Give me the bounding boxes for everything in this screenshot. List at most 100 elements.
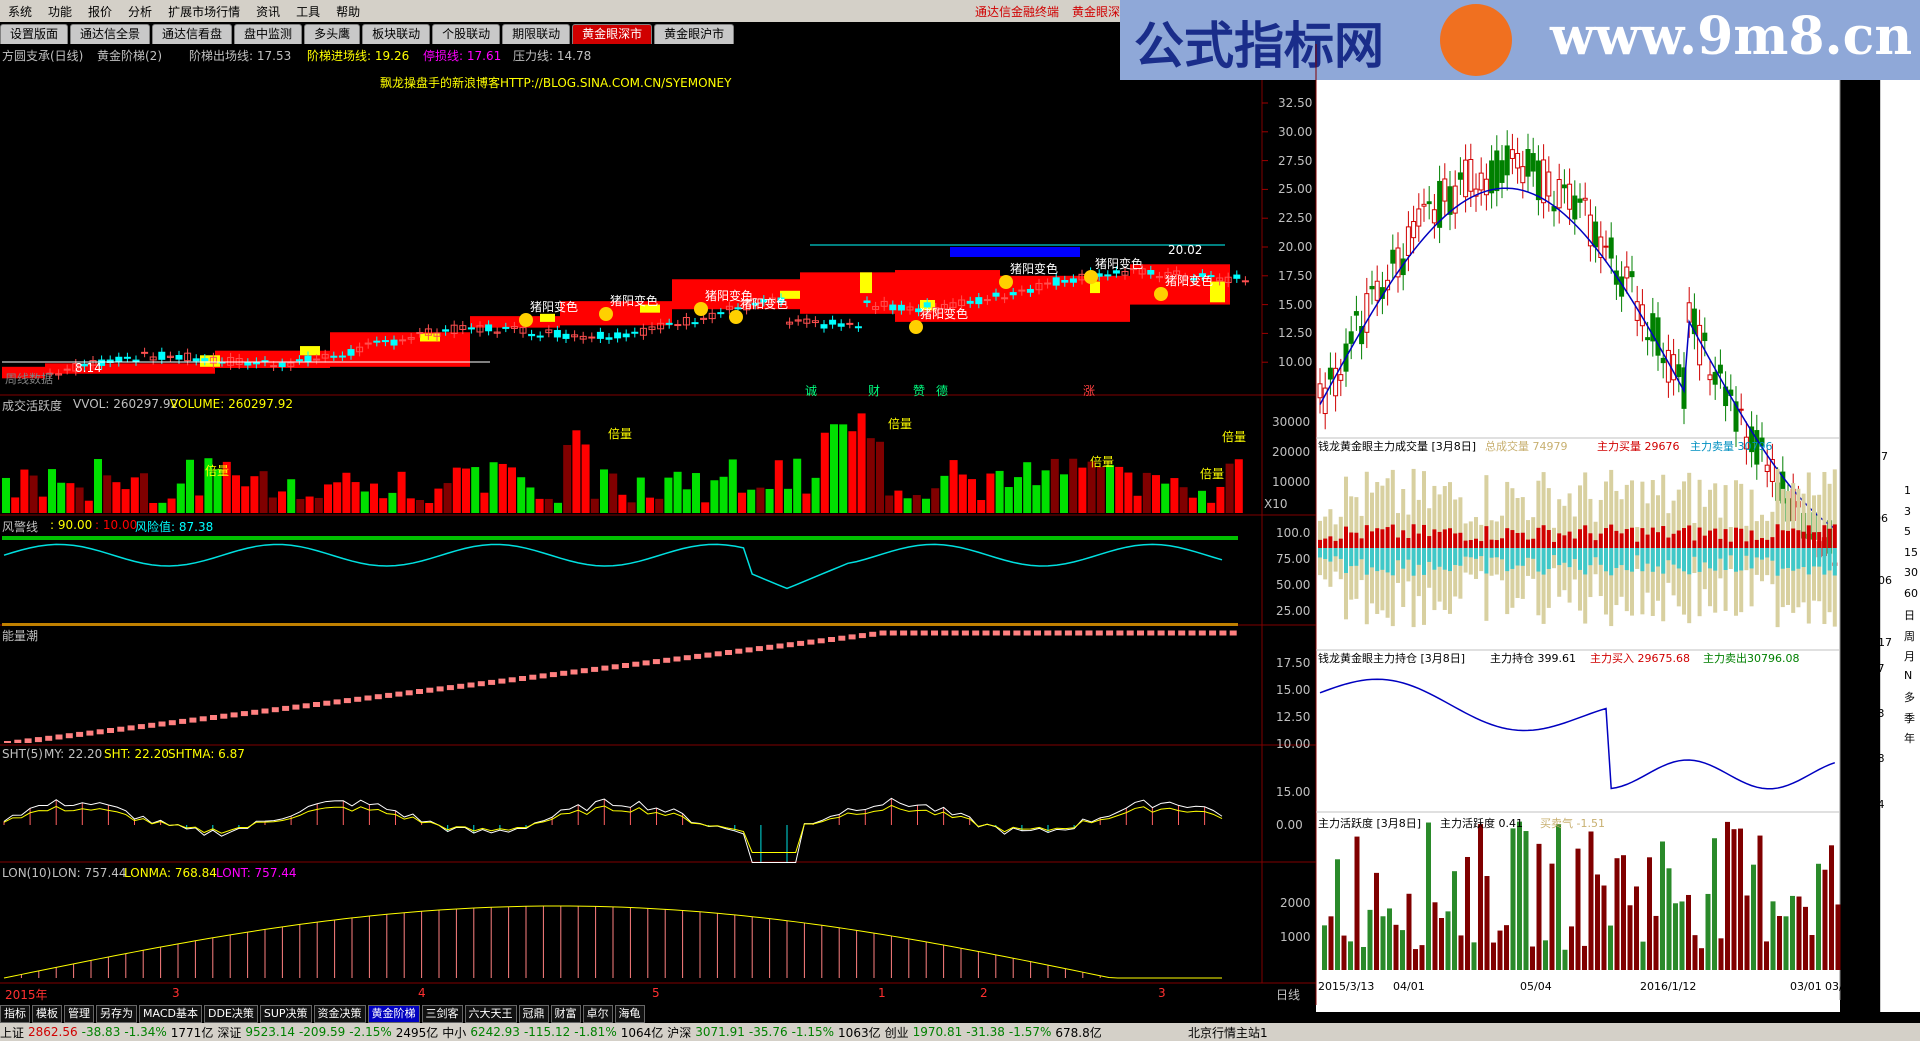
price-axis-label: 15.00 (1278, 297, 1313, 312)
r-hold-buy: 主力买入 29675.68 (1590, 652, 1690, 665)
indicator-tab[interactable]: 黄金阶梯 (367, 1005, 420, 1023)
r-candle-body (1676, 364, 1682, 378)
r-vol-sell-bar (1526, 548, 1530, 558)
volume-bar (1115, 466, 1124, 513)
candle-body (313, 358, 321, 361)
r-vol-sell-bar (1692, 548, 1697, 557)
r-vol-buy-bar (1385, 527, 1390, 548)
volume-bar (958, 474, 967, 513)
r-candle-body (1608, 237, 1614, 259)
r-act-bar (1692, 935, 1698, 970)
r-act-bar (1757, 835, 1763, 970)
energy-bar (858, 633, 866, 639)
r-vol-sell-bar (1619, 548, 1624, 566)
r-vol-buy-bar (1515, 533, 1520, 548)
r-vol-buy-bar (1812, 532, 1816, 548)
r-vol-buy-bar (1593, 540, 1598, 548)
indicator-tab[interactable]: 资金决策 (313, 1005, 366, 1023)
r-vol-buy-bar (1650, 527, 1655, 548)
r-vol-sell-bar (1697, 548, 1702, 572)
r-vol-buy-bar (1708, 530, 1712, 548)
energy-bar (364, 695, 372, 701)
candle-body (1147, 270, 1155, 275)
r-act-bar (1361, 946, 1366, 970)
r-candle-body (1405, 226, 1411, 256)
indicator-tab[interactable]: 财富 (550, 1005, 581, 1023)
energy-bar (86, 730, 94, 736)
indicator-tab[interactable]: 另存为 (96, 1005, 137, 1023)
volume-bar (1106, 464, 1114, 513)
r-vol-buy-bar (1338, 538, 1343, 548)
candle-body (829, 319, 837, 325)
indicator-tab[interactable]: 模板 (32, 1005, 62, 1023)
r-hold-axis: 391.64 (1846, 798, 1885, 811)
vol-mark: 倍量 (888, 417, 913, 431)
r-vol-buy-bar (1531, 538, 1536, 548)
main-header-item: 方圆支承(日线) (2, 49, 84, 63)
indicator-tab[interactable]: 指标 (0, 1005, 30, 1023)
r-vol-sell-bar (1817, 548, 1822, 567)
r-hold-axis: 400.48 (1846, 752, 1885, 765)
volume-bar (452, 467, 461, 513)
volume-bar (1004, 487, 1013, 513)
candle-body (717, 312, 725, 315)
r-candle-body (1530, 153, 1536, 172)
r-act-bar (1374, 872, 1379, 970)
volume-bar (406, 498, 415, 513)
vol-mark: 倍量 (1090, 455, 1115, 469)
indicator-tab[interactable]: 卓尔 (582, 1005, 613, 1023)
r-act-bar (1777, 915, 1782, 970)
indicator-tab[interactable]: 海龟 (614, 1005, 645, 1023)
volume-bar (158, 502, 167, 513)
indicator-tab[interactable]: MACD基本 (139, 1005, 202, 1023)
indicator-tab[interactable]: SUP决策 (259, 1005, 312, 1023)
volume-bar (968, 479, 976, 513)
energy-bar (755, 646, 763, 652)
r-vol-buy-bar (1510, 530, 1515, 548)
volume-bar (912, 495, 921, 513)
energy-bar (1095, 630, 1103, 636)
r-vol-buy-bar (1656, 532, 1660, 548)
r-vol-sell-bar (1401, 548, 1406, 569)
r-act-bar (1614, 858, 1620, 970)
candle-body (1026, 288, 1034, 293)
r-vol-sell-bar (1427, 548, 1432, 562)
r-vol-sell-bar (1536, 548, 1541, 572)
energy-bar (1178, 630, 1186, 636)
r-act-bar (1595, 874, 1600, 970)
r-act-bar (1510, 828, 1516, 970)
indicator-tab[interactable]: DDE决策 (203, 1005, 258, 1023)
r-hold-title: 钱龙黄金眼主力持仓 [3月8日] (1318, 652, 1466, 665)
vol-mark: 倍量 (608, 427, 633, 441)
indicator-tab[interactable]: 冠鼎 (518, 1005, 549, 1023)
r-vol-sell-bar (1635, 548, 1640, 556)
volume-bar (140, 473, 148, 513)
indicator-tab[interactable]: 三剑客 (421, 1005, 463, 1023)
candle-body (278, 362, 286, 368)
indicator-tab[interactable]: 管理 (64, 1005, 94, 1023)
r-vol-buy-bar (1775, 524, 1780, 548)
risk-v2: : 10.00 (95, 518, 138, 532)
volume-bar (1023, 462, 1032, 513)
r-vol-buy-bar (1526, 539, 1530, 548)
r-candle-body (1338, 374, 1344, 381)
r-vol-sell-bar (1567, 548, 1572, 568)
r-vol-buy-bar (1791, 528, 1796, 548)
indicator-tab[interactable]: 六大天王 (464, 1005, 517, 1023)
volume-bar (1152, 475, 1160, 513)
r-candle-body (1738, 408, 1744, 411)
volume-bar (66, 483, 75, 513)
energy-bar (539, 673, 547, 679)
r-vol-buy-bar (1619, 533, 1624, 548)
r-vol-buy-bar (1500, 538, 1504, 548)
energy-bar (127, 725, 135, 731)
energy-bar (797, 640, 805, 646)
energy-bar (199, 716, 207, 722)
r-candle-body (1577, 198, 1583, 203)
r-act-bar (1432, 902, 1438, 970)
candle-body (691, 322, 699, 325)
volume-bar (416, 499, 424, 513)
r-vol-buy-bar (1827, 528, 1832, 548)
weekly-label: 周线数据 (5, 372, 54, 386)
r-vol-buy-bar (1364, 525, 1369, 548)
